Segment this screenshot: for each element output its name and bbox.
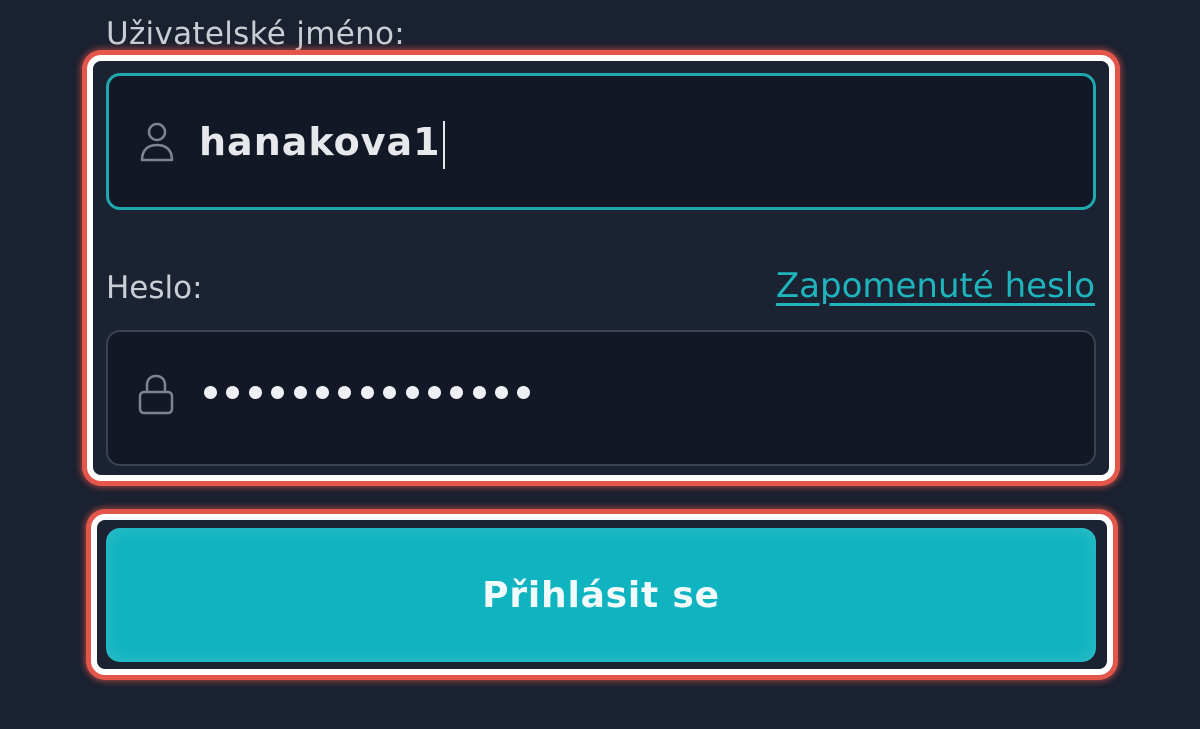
password-dot — [293, 386, 307, 399]
password-dot — [517, 386, 531, 399]
password-dot — [315, 386, 329, 399]
password-dot — [472, 386, 486, 399]
password-dot — [383, 386, 397, 399]
password-dot — [495, 386, 509, 399]
password-dot — [271, 386, 285, 399]
password-dot — [405, 386, 419, 399]
password-dot — [427, 386, 441, 399]
forgot-password-link[interactable]: Zapomenuté heslo — [776, 262, 1095, 310]
password-label: Heslo: — [106, 270, 203, 306]
lock-icon — [138, 374, 174, 415]
password-input[interactable] — [106, 330, 1096, 466]
password-mask — [204, 386, 531, 399]
username-label: Uživatelské jméno: — [106, 16, 406, 52]
password-dot — [248, 386, 262, 399]
password-dot — [226, 386, 240, 399]
password-dot — [450, 386, 464, 399]
login-button[interactable]: Přihlásit se — [106, 528, 1096, 662]
user-icon — [140, 122, 174, 162]
username-input[interactable]: hanakova1 — [106, 73, 1096, 210]
password-dot — [360, 386, 374, 399]
username-value: hanakova1 — [199, 118, 445, 169]
text-caret — [442, 120, 445, 169]
password-dot — [204, 386, 217, 399]
password-dot — [338, 386, 352, 399]
